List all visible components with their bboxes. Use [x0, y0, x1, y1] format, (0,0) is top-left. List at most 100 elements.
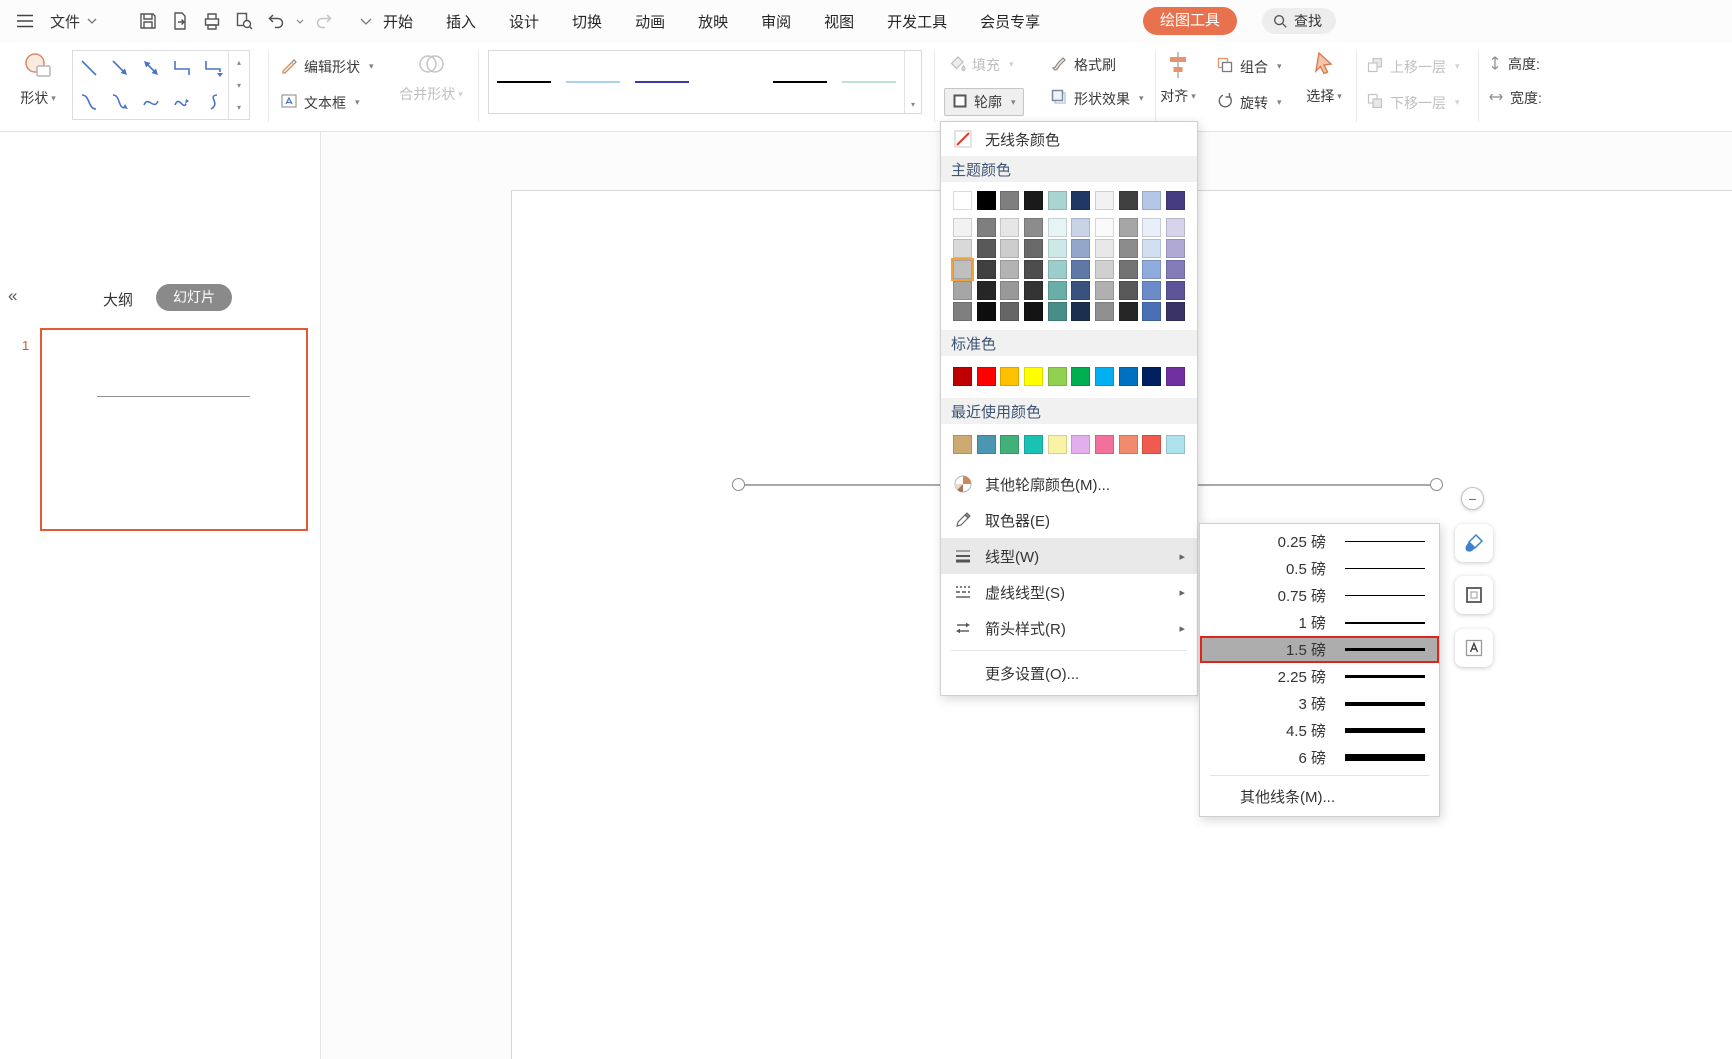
color-swatch[interactable] [953, 191, 972, 210]
color-swatch[interactable] [1142, 260, 1161, 279]
line-weight-item[interactable]: 1 磅 [1200, 609, 1439, 636]
color-swatch[interactable] [1000, 191, 1019, 210]
color-swatch[interactable] [1095, 302, 1114, 321]
no-line-color-item[interactable]: 无线条颜色 [941, 122, 1197, 156]
slide-thumbnail[interactable] [40, 328, 308, 531]
color-swatch[interactable] [1024, 302, 1043, 321]
color-swatch[interactable] [1119, 281, 1138, 300]
save-icon[interactable] [133, 6, 163, 36]
color-swatch[interactable] [977, 218, 996, 237]
color-swatch[interactable] [953, 435, 972, 454]
menu-tab[interactable]: 会员专享 [980, 11, 1040, 32]
more-lines-item[interactable]: 其他线条(M)... [1200, 780, 1439, 812]
color-swatch[interactable] [1024, 435, 1043, 454]
color-swatch[interactable] [1119, 367, 1138, 386]
undo-icon[interactable] [261, 6, 291, 36]
more-outline-colors-item[interactable]: 其他轮廓颜色(M)... [941, 466, 1197, 502]
color-swatch[interactable] [953, 260, 972, 279]
color-swatch[interactable] [953, 367, 972, 386]
color-swatch[interactable] [1119, 260, 1138, 279]
color-swatch[interactable] [953, 302, 972, 321]
color-swatch[interactable] [1142, 281, 1161, 300]
tab-outline[interactable]: 大纲 [103, 289, 133, 310]
color-swatch[interactable] [1142, 435, 1161, 454]
quick-text-style-button[interactable] [1455, 629, 1493, 667]
color-swatch[interactable] [1071, 302, 1090, 321]
line-style-sample[interactable] [627, 51, 696, 113]
color-swatch[interactable] [1095, 281, 1114, 300]
color-swatch[interactable] [1095, 239, 1114, 258]
rotate-button[interactable]: 旋转▾ [1216, 92, 1282, 113]
menu-tab[interactable]: 切换 [572, 11, 602, 32]
format-painter-button[interactable]: 格式刷 [1050, 54, 1116, 75]
line-weight-item[interactable]: 0.25 磅 [1200, 528, 1439, 555]
tab-slides[interactable]: 幻灯片 [156, 284, 232, 311]
color-swatch[interactable] [1048, 435, 1067, 454]
shape-curve-connector-icon[interactable] [73, 85, 104, 119]
select-button[interactable]: 选择▾ [1300, 50, 1348, 106]
color-swatch[interactable] [1024, 260, 1043, 279]
color-swatch[interactable] [1000, 239, 1019, 258]
more-settings-item[interactable]: 更多设置(O)... [941, 655, 1197, 691]
gallery-scroll-up-icon[interactable]: ▴ [229, 51, 249, 74]
color-swatch[interactable] [1071, 191, 1090, 210]
color-swatch[interactable] [1071, 435, 1090, 454]
line-end-handle[interactable] [1430, 478, 1443, 491]
print-icon[interactable] [197, 6, 227, 36]
edit-shape-button[interactable]: 编辑形状▾ [280, 56, 374, 77]
color-swatch[interactable] [1000, 435, 1019, 454]
color-swatch[interactable] [1119, 302, 1138, 321]
quick-style-brush-button[interactable] [1455, 524, 1493, 562]
menu-tab[interactable]: 动画 [635, 11, 665, 32]
menu-tab[interactable]: 设计 [509, 11, 539, 32]
color-swatch[interactable] [1048, 239, 1067, 258]
color-swatch[interactable] [1071, 218, 1090, 237]
color-swatch[interactable] [1095, 435, 1114, 454]
line-style-sample[interactable] [696, 51, 765, 113]
color-swatch[interactable] [1095, 191, 1114, 210]
color-swatch[interactable] [1071, 281, 1090, 300]
output-icon[interactable] [165, 6, 195, 36]
color-swatch[interactable] [1119, 218, 1138, 237]
tab-drawing-tools[interactable]: 绘图工具 [1143, 7, 1237, 35]
line-weight-item[interactable]: 4.5 磅 [1200, 717, 1439, 744]
color-swatch[interactable] [953, 218, 972, 237]
color-swatch[interactable] [1142, 302, 1161, 321]
shape-effects-button[interactable]: 形状效果▾ [1050, 88, 1144, 109]
shape-elbow-arrow-icon[interactable] [197, 51, 228, 85]
color-swatch[interactable] [1000, 367, 1019, 386]
shape-scurve-icon[interactable] [135, 85, 166, 119]
color-swatch[interactable] [1166, 435, 1185, 454]
menu-tab[interactable]: 审阅 [761, 11, 791, 32]
color-swatch[interactable] [977, 260, 996, 279]
color-swatch[interactable] [1166, 218, 1185, 237]
color-swatch[interactable] [1166, 260, 1185, 279]
line-start-handle[interactable] [732, 478, 745, 491]
dash-style-item[interactable]: 虚线线型(S) ▸ [941, 574, 1197, 610]
line-style-sample[interactable] [558, 51, 627, 113]
color-swatch[interactable] [1024, 218, 1043, 237]
color-picker-item[interactable]: 取色器(E) [941, 502, 1197, 538]
outline-button[interactable]: 轮廓▾ [944, 88, 1024, 116]
menu-tab[interactable]: 开发工具 [887, 11, 947, 32]
hamburger-menu-icon[interactable] [10, 6, 40, 36]
line-style-sample[interactable] [765, 51, 834, 113]
line-weight-item[interactable]: 6 磅 [1200, 744, 1439, 771]
color-swatch[interactable] [977, 191, 996, 210]
color-swatch[interactable] [1048, 367, 1067, 386]
search-button[interactable]: 查找 [1262, 8, 1336, 34]
color-swatch[interactable] [1000, 260, 1019, 279]
collapse-toolbar-button[interactable]: − [1461, 487, 1484, 510]
color-swatch[interactable] [977, 435, 996, 454]
arrow-style-item[interactable]: 箭头样式(R) ▸ [941, 610, 1197, 646]
color-swatch[interactable] [1166, 239, 1185, 258]
color-swatch[interactable] [1142, 191, 1161, 210]
color-swatch[interactable] [953, 239, 972, 258]
shape-arrow-icon[interactable] [104, 51, 135, 85]
undo-dropdown-icon[interactable] [293, 6, 307, 36]
quick-outline-button[interactable] [1455, 576, 1493, 614]
color-swatch[interactable] [1095, 367, 1114, 386]
line-weight-item[interactable]: 2.25 磅 [1200, 663, 1439, 690]
color-swatch[interactable] [1166, 191, 1185, 210]
color-swatch[interactable] [1000, 302, 1019, 321]
